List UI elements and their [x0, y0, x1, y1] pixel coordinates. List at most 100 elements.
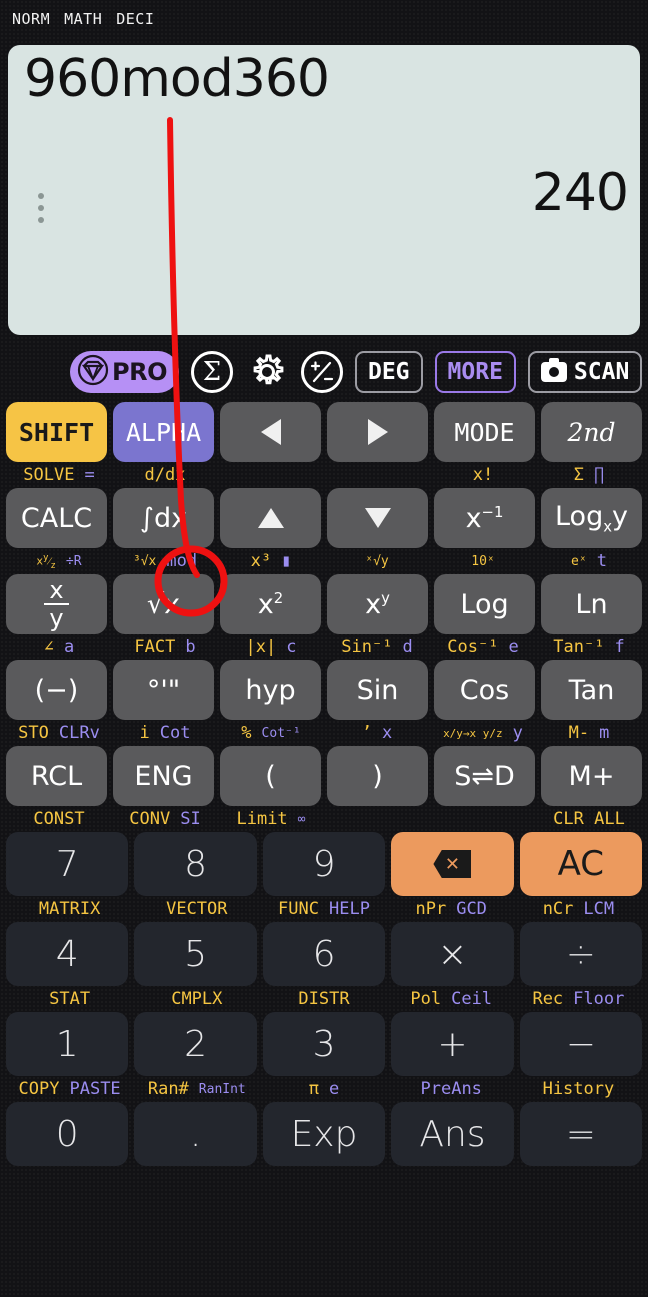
backspace-icon: ✕ — [433, 850, 472, 878]
hint-abs: |x| — [245, 637, 277, 657]
key-cos[interactable]: Cos — [434, 660, 535, 720]
key-3[interactable]: 3 — [262, 1012, 386, 1076]
key-rcl[interactable]: RCL — [6, 746, 107, 806]
key-sqrt[interactable]: √x — [113, 574, 214, 634]
key-4[interactable]: 4 — [6, 922, 129, 986]
key-divide[interactable]: ÷ — [519, 922, 643, 986]
diamond-icon — [76, 353, 110, 391]
hint-row-6: MATRIX VECTOR FUNC HELP nPr GCD nCr LCM — [0, 896, 648, 922]
key-9[interactable]: 9 — [262, 832, 386, 896]
key-exp[interactable]: Exp — [262, 1102, 386, 1166]
key-integral[interactable]: ∫dx — [113, 488, 214, 548]
key-s-d-toggle[interactable]: S⇌D — [434, 746, 535, 806]
key-7[interactable]: 7 — [6, 832, 129, 896]
scan-button[interactable]: SCAN — [527, 351, 643, 393]
key-ln[interactable]: Ln — [541, 574, 642, 634]
key-1[interactable]: 1 — [6, 1012, 129, 1076]
plus-minus-icon-button[interactable] — [300, 351, 343, 393]
hint-func: FUNC — [278, 899, 319, 919]
key-hyp[interactable]: hyp — [220, 660, 321, 720]
key-calc[interactable]: CALC — [6, 488, 107, 548]
key-tan[interactable]: Tan — [541, 660, 642, 720]
hint-row-5: CONST CONV SI Limit ∞ CLR ALL — [0, 806, 648, 832]
key-log-base[interactable]: Logxy — [541, 488, 642, 548]
more-button[interactable]: MORE — [434, 351, 516, 393]
hint-infinity: ∞ — [297, 811, 306, 827]
key-arrow-down[interactable] — [327, 488, 428, 548]
calculator-display[interactable]: 960mod360 240 — [8, 45, 640, 335]
hint-clr-all: CLR ALL — [553, 809, 625, 829]
key-paren-close[interactable]: ) — [327, 746, 428, 806]
key-decimal-point[interactable]: . — [134, 1102, 257, 1166]
key-equals[interactable]: = — [519, 1102, 643, 1166]
key-plus[interactable]: + — [391, 1012, 514, 1076]
key-square[interactable]: x2 — [220, 574, 321, 634]
status-norm: NORM — [12, 10, 51, 28]
hint-box: ▮ — [281, 551, 292, 571]
key-arrow-right[interactable] — [327, 402, 428, 462]
key-5[interactable]: 5 — [134, 922, 257, 986]
key-reciprocal[interactable]: x−1 — [434, 488, 535, 548]
key-arrow-up[interactable] — [220, 488, 321, 548]
hint-angle: ∠ — [43, 637, 54, 657]
hint-acot: Cot⁻¹ — [261, 725, 301, 741]
hint-stat: STAT — [49, 989, 91, 1009]
key-minus[interactable]: − — [519, 1012, 643, 1076]
hint-lcm: LCM — [583, 899, 615, 919]
key-row-1: SHIFT ALPHA MODE 2nd — [0, 402, 648, 462]
key-ans[interactable]: Ans — [391, 1102, 514, 1166]
key-delete[interactable]: ✕ — [391, 832, 514, 896]
hint-comma: ’ — [361, 723, 372, 743]
key-fraction[interactable]: xy — [6, 574, 107, 634]
hint-row-7: STAT CMPLX DISTR Pol Ceil Rec Floor — [0, 986, 648, 1012]
hint-limit: Limit — [236, 809, 288, 829]
key-log[interactable]: Log — [434, 574, 535, 634]
keypad: SHIFT ALPHA MODE 2nd SOLVE = d/dx x! Σ ∏ C… — [0, 402, 648, 1166]
hint-help: HELP — [329, 899, 370, 919]
key-row-9: 0 . Exp Ans = — [0, 1102, 648, 1166]
key-8[interactable]: 8 — [134, 832, 257, 896]
key-6[interactable]: 6 — [262, 922, 386, 986]
hint-ncr: nCr — [542, 899, 574, 919]
key-shift[interactable]: SHIFT — [6, 402, 107, 462]
key-2[interactable]: 2 — [134, 1012, 257, 1076]
key-dms[interactable]: °'" — [113, 660, 214, 720]
key-multiply[interactable]: × — [391, 922, 514, 986]
key-alpha[interactable]: ALPHA — [113, 402, 214, 462]
gear-icon[interactable] — [245, 350, 289, 394]
hint-equals: = — [84, 465, 95, 485]
key-arrow-left[interactable] — [220, 402, 321, 462]
hint-ten-pow: 10ˣ — [471, 553, 495, 569]
arrow-up-icon — [257, 508, 284, 528]
hint-y: y — [512, 723, 523, 743]
hint-si: SI — [180, 809, 201, 829]
sigma-icon-button[interactable]: Σ — [190, 351, 233, 393]
hint-row-1: SOLVE = d/dx x! Σ ∏ — [0, 462, 648, 488]
key-row-6: 7 8 9 ✕ AC — [0, 832, 648, 896]
key-power[interactable]: xy — [327, 574, 428, 634]
key-0[interactable]: 0 — [6, 1102, 129, 1166]
hint-preans: PreAns — [420, 1079, 482, 1099]
hamburger-menu-icon[interactable] — [14, 352, 58, 392]
hint-percent: % — [241, 723, 252, 743]
key-mode[interactable]: MODE — [434, 402, 535, 462]
key-mplus[interactable]: M+ — [541, 746, 642, 806]
pro-badge-button[interactable]: PRO — [70, 351, 179, 393]
vertical-dots-icon[interactable] — [38, 193, 44, 223]
deg-mode-button[interactable]: DEG — [354, 351, 423, 393]
camera-icon — [540, 358, 567, 382]
hint-a: a — [64, 637, 75, 657]
hint-frac-convert: x/y→x y/z — [443, 726, 503, 740]
key-2nd[interactable]: 2nd — [541, 402, 642, 462]
scan-label: SCAN — [573, 359, 630, 385]
key-negate[interactable]: (−) — [6, 660, 107, 720]
hint-cmplx: CMPLX — [171, 989, 223, 1009]
key-sin[interactable]: Sin — [327, 660, 428, 720]
hint-row-4: STO CLRv i Cot % Cot⁻¹ ’ x x/y→x y/z y M-m — [0, 720, 648, 746]
key-eng[interactable]: ENG — [113, 746, 214, 806]
key-ac[interactable]: AC — [519, 832, 643, 896]
key-paren-open[interactable]: ( — [220, 746, 321, 806]
display-result: 240 — [531, 163, 629, 223]
hint-mod: mod — [166, 551, 198, 571]
hint-euler: e — [329, 1079, 340, 1099]
